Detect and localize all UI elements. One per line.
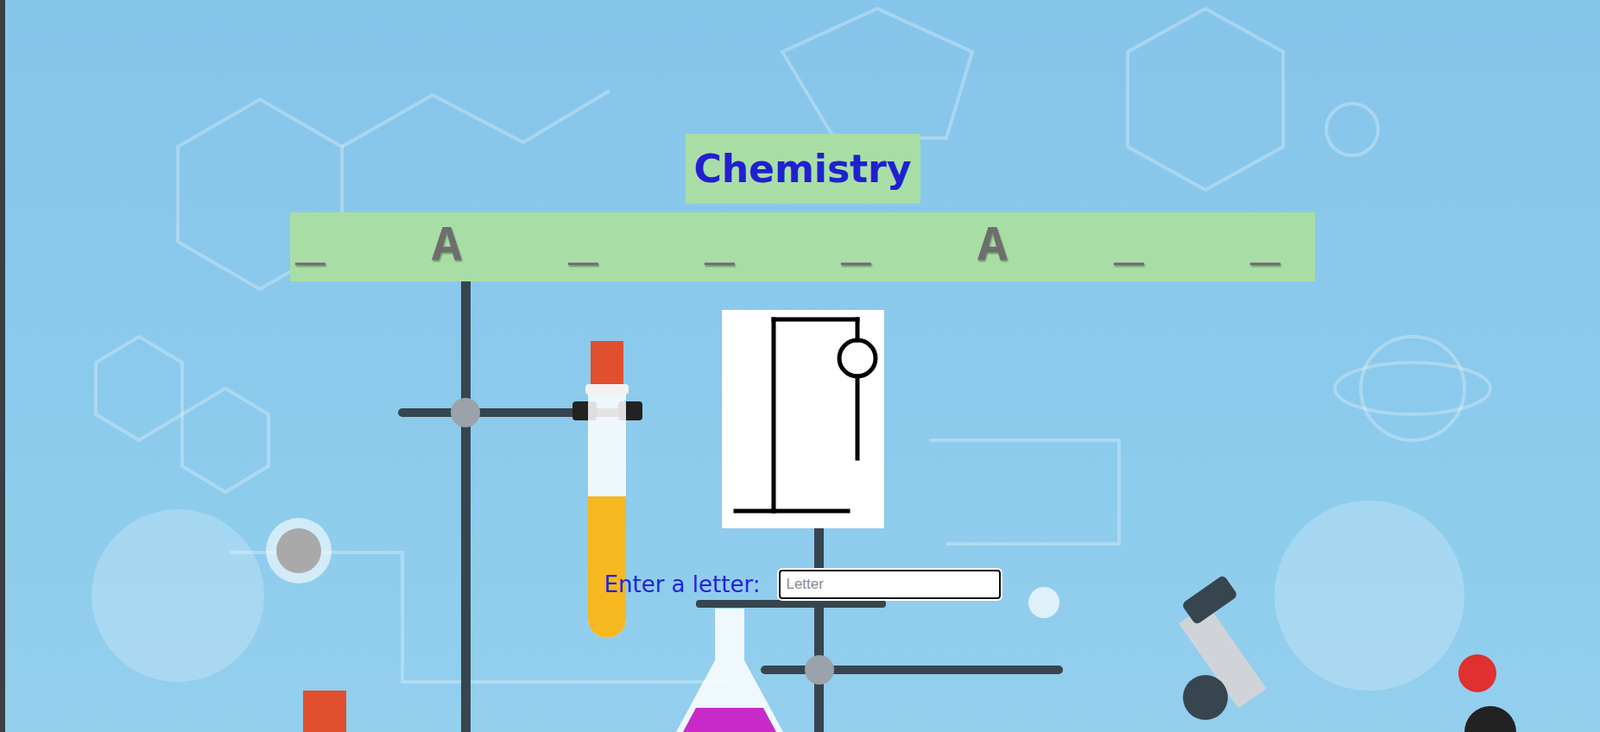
- letter-slot: _: [290, 212, 331, 282]
- gallows-rope: [854, 319, 860, 341]
- hangman-icon: [721, 309, 885, 529]
- letter-slot: A: [972, 212, 1013, 282]
- letter-input[interactable]: [778, 569, 1001, 600]
- letter-slot: _: [1245, 212, 1286, 282]
- gallows-base: [735, 509, 848, 514]
- letter-slot: A: [426, 212, 468, 282]
- letter-entry-row: Enter a letter:: [604, 569, 1002, 600]
- hangman-head: [839, 340, 876, 377]
- letter-slot: _: [699, 212, 740, 282]
- gallows-beam: [773, 317, 858, 323]
- letter-slot: _: [562, 212, 604, 282]
- category-title: Chemistry: [685, 133, 921, 204]
- hangman-drawing: [721, 309, 885, 529]
- letter-slot: _: [835, 212, 877, 282]
- letter-label: Enter a letter:: [604, 571, 761, 598]
- word-bar: _ A _ _ _ A _ _: [290, 212, 1316, 282]
- letter-slot: _: [1108, 212, 1150, 282]
- gallows-pole: [771, 319, 776, 512]
- hangman-body: [854, 376, 860, 459]
